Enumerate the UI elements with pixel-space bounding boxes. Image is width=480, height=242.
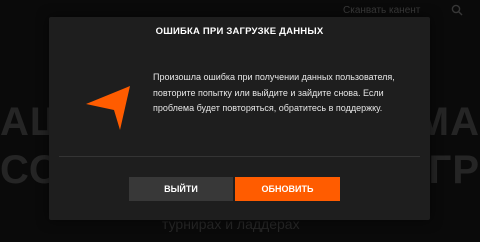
refresh-button[interactable]: ОБНОВИТЬ <box>235 177 340 201</box>
dialog-title: ОШИБКА ПРИ ЗАГРУЗКЕ ДАННЫХ <box>155 26 324 37</box>
error-message: Произошла ошибка при получении данных по… <box>153 72 395 113</box>
dialog-divider <box>59 156 420 157</box>
exit-button[interactable]: ВЫЙТИ <box>129 177 233 201</box>
app-page: Сканвать канент АШ СО РМА ГР турнирах и … <box>0 0 480 242</box>
error-dialog: ОШИБКА ПРИ ЗАГРУЗКЕ ДАННЫХ Произошла оши… <box>49 17 430 220</box>
orange-arrow-icon <box>86 86 130 130</box>
